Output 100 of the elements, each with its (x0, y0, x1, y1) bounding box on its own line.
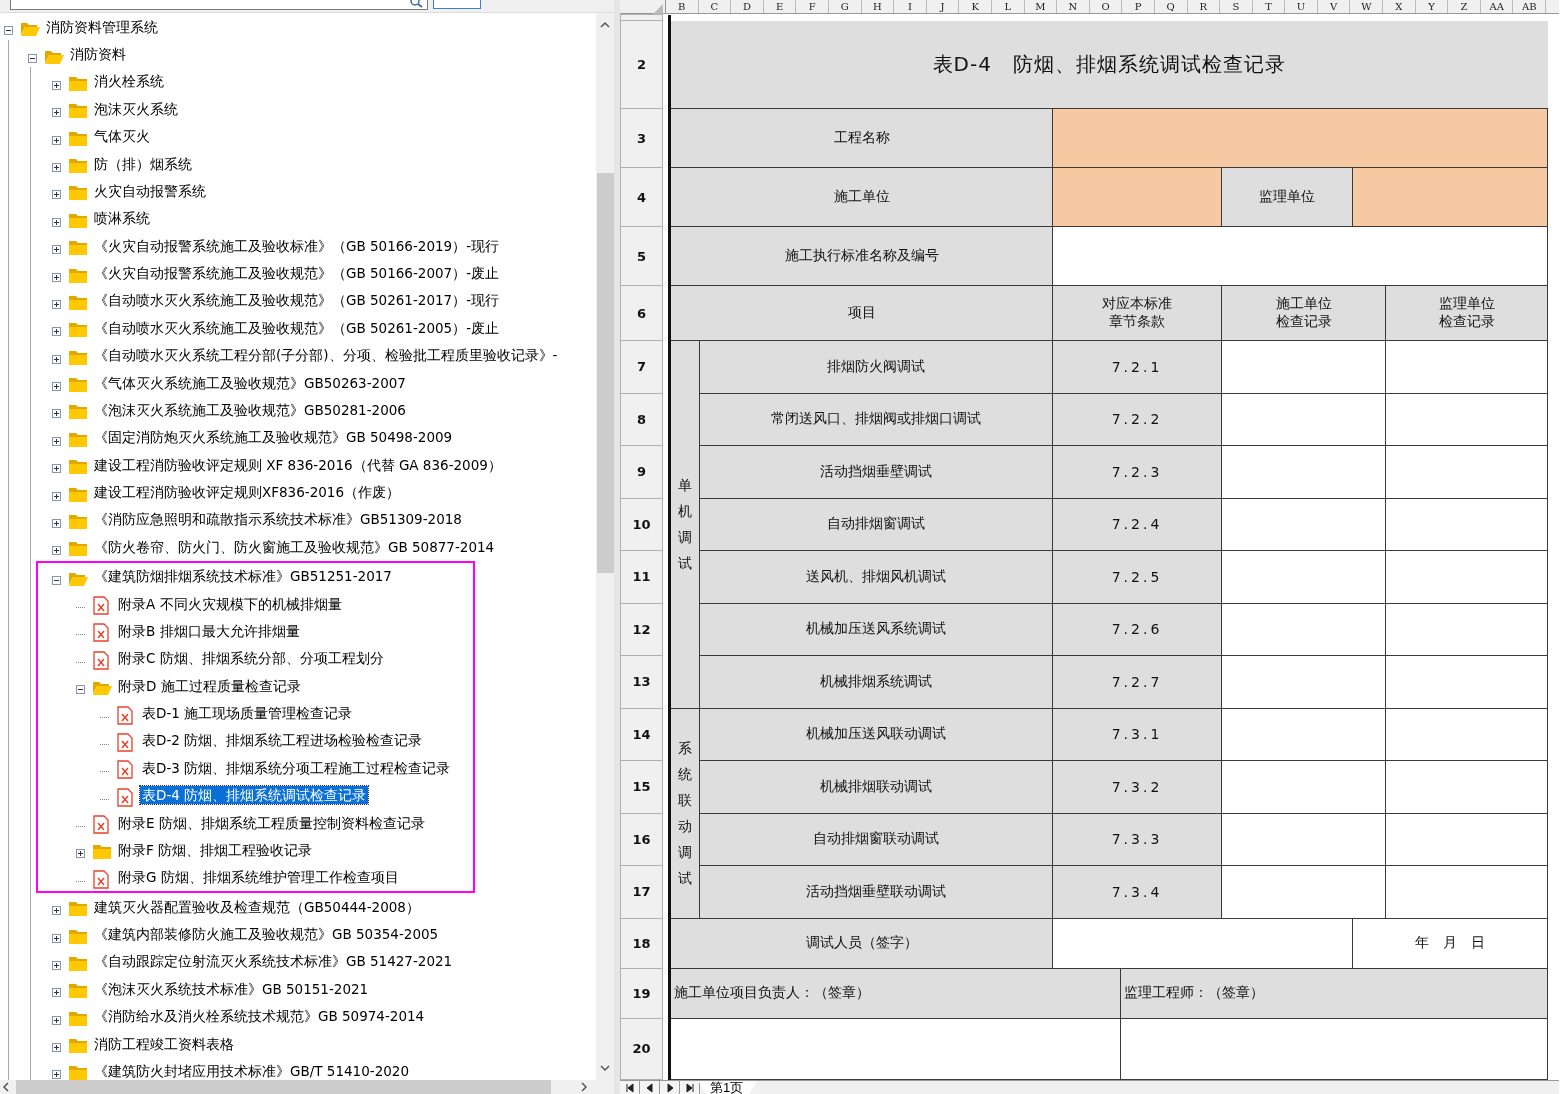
tree-item[interactable]: 《自动喷水灭火系统施工及验收规范》（GB 50261-2017）-现行 (92, 291, 502, 310)
column-header[interactable]: M (1024, 0, 1058, 13)
tree-item[interactable]: 《自动跟踪定位射流灭火系统技术标准》GB 51427-2021 (92, 952, 455, 971)
column-header[interactable]: D (731, 0, 764, 13)
tree-item[interactable]: 附录G 防烟、排烟系统维护管理工作检查项目 (116, 868, 401, 887)
tree-item[interactable]: 表D-1 施工现场质量管理检查记录 (140, 704, 355, 723)
tree-item[interactable]: 《固定消防炮灭火系统施工及验收规范》GB 50498-2009 (92, 428, 455, 447)
column-header[interactable]: Y (1415, 0, 1449, 13)
expand-icon[interactable] (52, 382, 61, 392)
search-field[interactable] (10, 0, 428, 10)
expand-icon[interactable] (52, 163, 61, 173)
tree-item[interactable]: 《建筑防烟排烟系统技术标准》GB51251-2017 (92, 567, 394, 586)
expand-icon[interactable] (52, 546, 61, 556)
expand-icon[interactable] (52, 409, 61, 419)
column-header[interactable]: Z (1448, 0, 1481, 13)
tree-item[interactable]: 《消防给水及消火栓系统技术规范》GB 50974-2014 (92, 1007, 427, 1026)
expand-icon[interactable] (52, 960, 61, 970)
column-header[interactable]: X (1383, 0, 1416, 13)
column-header[interactable]: U (1285, 0, 1318, 13)
column-header[interactable]: N (1057, 0, 1090, 13)
expand-icon[interactable] (52, 906, 61, 916)
tree-item[interactable]: 火灾自动报警系统 (92, 181, 208, 200)
tree-item[interactable]: 《火灾自动报警系统施工及验收规范》（GB 50166-2007）-废止 (92, 264, 502, 283)
scroll-right-icon[interactable] (580, 1082, 588, 1092)
expand-icon[interactable] (52, 436, 61, 446)
column-header[interactable]: Q (1154, 0, 1188, 13)
tree-item[interactable]: 《自动喷水灭火系统施工及验收规范》（GB 50261-2005）-废止 (92, 318, 502, 337)
input-cell[interactable] (1352, 167, 1548, 227)
tree-item[interactable]: 表D-2 防烟、排烟系统工程进场检验检查记录 (140, 731, 425, 750)
column-header[interactable]: V (1317, 0, 1351, 13)
expand-icon[interactable] (52, 217, 61, 227)
expand-icon[interactable] (52, 245, 61, 255)
expand-icon[interactable] (52, 327, 61, 337)
expand-icon[interactable] (52, 190, 61, 200)
tree-item[interactable]: 泡沫灭火系统 (92, 99, 180, 118)
tree-item[interactable]: 附录E 防烟、排烟系统工程质量控制资料检查记录 (116, 813, 427, 832)
tree-item[interactable]: 建筑灭火器配置验收及检查规范（GB50444-2008） (92, 897, 422, 916)
tree-item[interactable]: 喷淋系统 (92, 209, 152, 228)
expand-icon[interactable] (52, 272, 61, 282)
tree-item[interactable]: 附录B 排烟口最大允许排烟量 (116, 621, 302, 640)
expand-icon[interactable] (52, 299, 61, 309)
tree-item[interactable]: 《防火卷帘、防火门、防火窗施工及验收规范》GB 50877-2014 (92, 537, 497, 556)
column-header[interactable]: I (894, 0, 927, 13)
column-header[interactable]: AA (1480, 0, 1514, 13)
expand-icon[interactable] (52, 933, 61, 943)
tree-item[interactable]: 《自动喷水灭火系统工程分部(子分部)、分项、检验批工程质里验收记录》- (92, 346, 560, 365)
scroll-left-icon[interactable] (2, 1082, 10, 1092)
column-header[interactable]: F (796, 0, 829, 13)
tree-item[interactable]: 《气体灭火系统施工及验收规范》GB50263-2007 (92, 373, 408, 392)
column-header[interactable]: C (698, 0, 732, 13)
expand-icon[interactable] (52, 354, 61, 364)
tree-item[interactable]: 表D-3 防烟、排烟系统分项工程施工过程检查记录 (140, 758, 453, 777)
scrollbar[interactable] (596, 13, 614, 1080)
scroll-down-icon[interactable] (600, 1065, 610, 1072)
expand-icon[interactable] (76, 849, 85, 859)
expand-icon[interactable] (52, 491, 61, 501)
sheet-nav-button[interactable] (620, 1080, 640, 1094)
expand-icon[interactable] (52, 108, 61, 118)
search-button[interactable] (433, 0, 481, 9)
sheet-tab[interactable]: 第1页 (698, 1080, 758, 1094)
expand-icon[interactable] (52, 1070, 61, 1080)
tree-item[interactable]: 《泡沫灭火系统技术标准》GB 50151-2021 (92, 979, 371, 998)
tree-item[interactable]: 建设工程消防验收评定规则 XF 836-2016（代替 GA 836-2009） (92, 455, 504, 474)
collapse-icon[interactable] (76, 685, 85, 695)
tree-item[interactable]: 《建筑防火封堵应用技术标准》GB/T 51410-2020 (92, 1061, 411, 1080)
column-header[interactable]: G (828, 0, 862, 13)
column-header[interactable]: K (959, 0, 992, 13)
sheet-nav-button[interactable] (640, 1080, 660, 1094)
column-header[interactable]: W (1350, 0, 1384, 13)
expand-icon[interactable] (52, 1015, 61, 1025)
column-header[interactable]: H (861, 0, 895, 13)
tree-item[interactable]: 消火栓系统 (92, 72, 166, 91)
input-cell[interactable] (1052, 108, 1548, 168)
tree-item[interactable]: 消防工程竣工资料表格 (92, 1034, 236, 1053)
tree-item[interactable]: 附录A 不同火灾规模下的机械排烟量 (116, 594, 344, 613)
tree-item[interactable]: 附录C 防烟、排烟系统分部、分项工程划分 (116, 649, 386, 668)
column-header[interactable]: P (1122, 0, 1155, 13)
expand-icon[interactable] (52, 518, 61, 528)
tree-item[interactable]: 建设工程消防验收评定规则XF836-2016（作废） (92, 483, 402, 502)
column-header[interactable]: L (991, 0, 1025, 13)
collapse-icon[interactable] (4, 26, 13, 36)
column-header[interactable]: AB (1513, 0, 1547, 13)
column-header[interactable]: J (926, 0, 960, 13)
tree-item[interactable]: 《建筑内部装修防火施工及验收规范》GB 50354-2005 (92, 925, 441, 944)
column-header[interactable]: S (1220, 0, 1253, 13)
horizontal-scrollbar[interactable] (0, 1080, 614, 1094)
sheet-nav-button[interactable] (680, 1080, 700, 1094)
collapse-icon[interactable] (52, 575, 61, 585)
column-header[interactable]: T (1252, 0, 1286, 13)
column-header[interactable]: B (666, 0, 699, 13)
tree-item[interactable]: 附录F 防烟、排烟工程验收记录 (116, 840, 315, 859)
tree-item[interactable]: 消防资料 (68, 45, 128, 64)
expand-icon[interactable] (52, 135, 61, 145)
tree-item[interactable]: 附录D 施工过程质量检查记录 (116, 676, 303, 695)
tree-item[interactable]: 防（排）烟系统 (92, 154, 194, 173)
input-cell[interactable] (1052, 167, 1222, 227)
tree-item[interactable]: 《火灾自动报警系统施工及验收标准》（GB 50166-2019）-现行 (92, 236, 502, 255)
tree-item[interactable]: 《消防应急照明和疏散指示系统技术标准》GB51309-2018 (92, 510, 464, 529)
column-header[interactable]: E (763, 0, 797, 13)
tree-item[interactable]: 气体灭火 (92, 127, 152, 146)
